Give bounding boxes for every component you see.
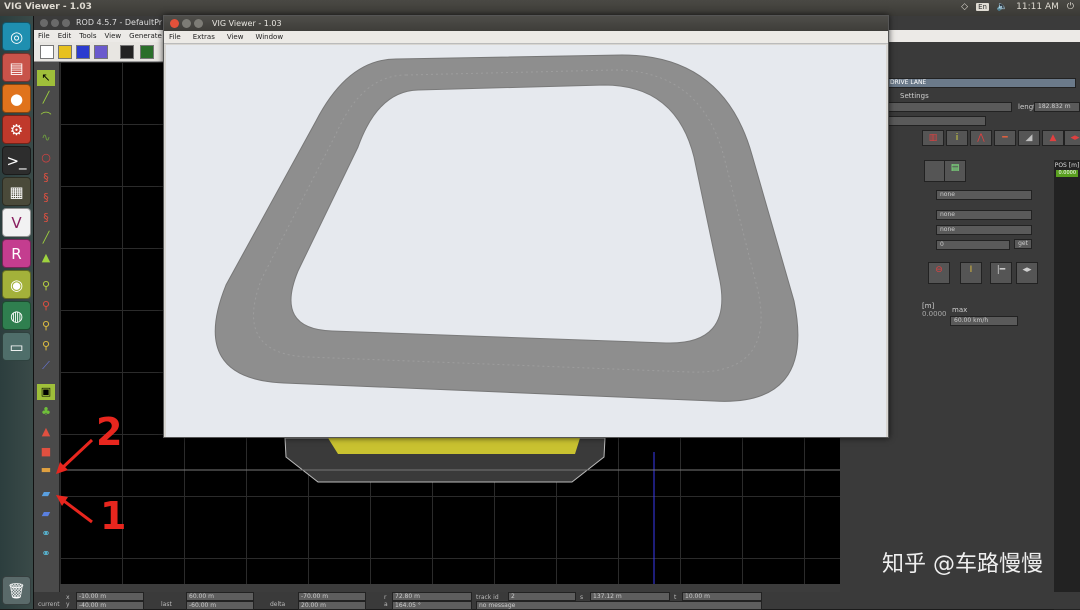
- annotation-label-2: 2: [96, 410, 123, 454]
- watermark: 知乎 @车路慢慢: [882, 552, 1043, 577]
- arrow-2-line: [58, 438, 94, 472]
- annotation-overlay: [56, 438, 94, 524]
- annotation-label-1: 1: [100, 494, 127, 538]
